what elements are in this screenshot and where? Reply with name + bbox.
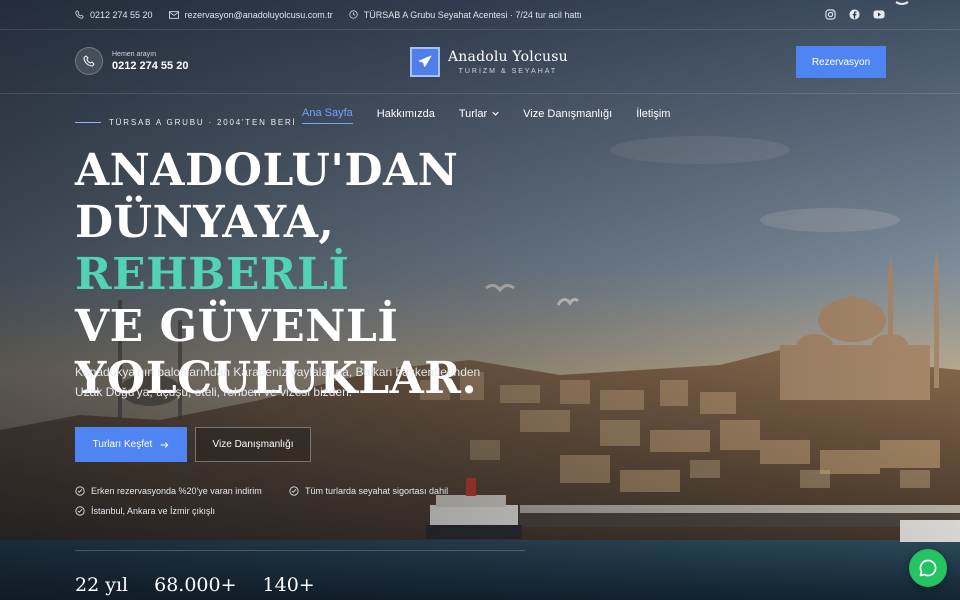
feature-item: Erken rezervasyonda %20'ye varan indirim bbox=[75, 486, 262, 496]
nav-item-home[interactable]: Ana Sayfa bbox=[302, 107, 353, 124]
site-header: Hemen arayın 0212 274 55 20 Anadolu Yolc… bbox=[0, 30, 960, 94]
logo-subtitle: TURİZM & SEYAHAT bbox=[458, 68, 558, 75]
headline-accent: REHBERLİ bbox=[75, 249, 350, 300]
nav-item-contact[interactable]: İletişim bbox=[636, 107, 670, 124]
feature-text: Tüm turlarda seyahat sigortası dahil bbox=[305, 486, 449, 496]
nav-item-visa[interactable]: Vize Danışmanlığı bbox=[523, 107, 612, 124]
headline-line-2a: DÜNYAYA, bbox=[75, 197, 335, 248]
headline-line-1: ANADOLU'DAN bbox=[75, 145, 459, 196]
topbar-phone[interactable]: 0212 274 55 20 bbox=[75, 10, 153, 20]
chat-bubble-icon bbox=[919, 559, 937, 577]
call-now-block[interactable]: Hemen arayın 0212 274 55 20 bbox=[75, 47, 188, 75]
youtube-icon[interactable] bbox=[873, 9, 885, 21]
stats-divider bbox=[75, 550, 525, 551]
nav-item-label: Vize Danışmanlığı bbox=[523, 107, 613, 120]
instagram-icon[interactable] bbox=[825, 8, 837, 21]
feature-text: İstanbul, Ankara ve İzmir çıkışlı bbox=[91, 506, 216, 516]
phone-icon bbox=[75, 10, 84, 19]
explore-tours-label: Turları Keşfet bbox=[92, 439, 153, 450]
hero-stats: 22 yıl 68.000+ 140+ bbox=[75, 574, 315, 596]
site-logo[interactable]: Anadolu Yolcusu TURİZM & SEYAHAT bbox=[410, 47, 568, 77]
topbar-email-text: rezervasyon@anadoluyolcusu.com.tr bbox=[184, 9, 333, 20]
tagline-line bbox=[75, 122, 101, 123]
visa-consulting-button[interactable]: Vize Danışmanlığı bbox=[195, 427, 311, 462]
feature-text: Erken rezervasyonda %20'ye varan indirim bbox=[91, 486, 262, 496]
chevron-down-icon bbox=[492, 111, 499, 116]
reservation-button[interactable]: Rezervasyon bbox=[796, 46, 886, 78]
nav-item-label: Turlar bbox=[458, 107, 488, 120]
tagline: TÜRSAB A GRUBU · 2004'TEN BERİ bbox=[109, 118, 297, 127]
arrow-right-icon bbox=[160, 441, 169, 448]
check-circle-icon bbox=[75, 486, 85, 496]
stat-destinations: 140+ bbox=[262, 574, 315, 596]
stat-years: 22 yıl bbox=[75, 574, 129, 596]
topbar-phone-text: 0212 274 55 20 bbox=[90, 9, 153, 20]
call-number: 0212 274 55 20 bbox=[112, 59, 189, 72]
feature-item: Tüm turlarda seyahat sigortası dahil bbox=[289, 486, 448, 496]
nav-item-tours[interactable]: Turlar bbox=[459, 107, 499, 124]
feature-item: İstanbul, Ankara ve İzmir çıkışlı bbox=[75, 506, 215, 516]
main-navigation: Ana Sayfa Hakkımızda Turlar Vize Danışma… bbox=[302, 107, 694, 124]
social-links bbox=[825, 8, 885, 21]
hero-description: Kapadokya'nın balonlarından Karadeniz ya… bbox=[75, 365, 481, 399]
facebook-icon[interactable] bbox=[849, 8, 861, 21]
logo-name: Anadolu Yolcusu bbox=[448, 49, 568, 65]
check-circle-icon bbox=[75, 506, 85, 516]
explore-tours-button[interactable]: Turları Keşfet bbox=[75, 427, 187, 462]
topbar-email[interactable]: rezervasyon@anadoluyolcusu.com.tr bbox=[168, 9, 333, 20]
whatsapp-chat-button[interactable] bbox=[909, 549, 947, 587]
topbar-hours-text: TÜRSAB A Grubu Seyahat Acentesi · 7/24 t… bbox=[363, 9, 582, 20]
check-circle-icon bbox=[289, 486, 299, 496]
topbar-hours: TÜRSAB A Grubu Seyahat Acentesi · 7/24 t… bbox=[349, 10, 582, 20]
nav-item-label: İletişim bbox=[636, 107, 671, 120]
phone-circle-icon bbox=[75, 47, 103, 75]
nav-item-label: Hakkımızda bbox=[376, 107, 435, 120]
clock-icon bbox=[349, 10, 358, 19]
call-label: Hemen arayın bbox=[112, 50, 156, 58]
headline-line-3: VE GÜVENLİ bbox=[75, 301, 399, 352]
mail-icon bbox=[168, 10, 179, 19]
nav-item-label: Ana Sayfa bbox=[302, 107, 353, 119]
nav-item-about[interactable]: Hakkımızda bbox=[377, 107, 435, 124]
stat-travelers: 68.000+ bbox=[154, 574, 237, 596]
airplane-icon bbox=[410, 47, 440, 77]
headline-line-2: DÜNYAYA, REHBERLİ bbox=[75, 197, 595, 301]
top-info-bar: 0212 274 55 20 rezervasyon@anadoluyolcus… bbox=[0, 0, 960, 30]
